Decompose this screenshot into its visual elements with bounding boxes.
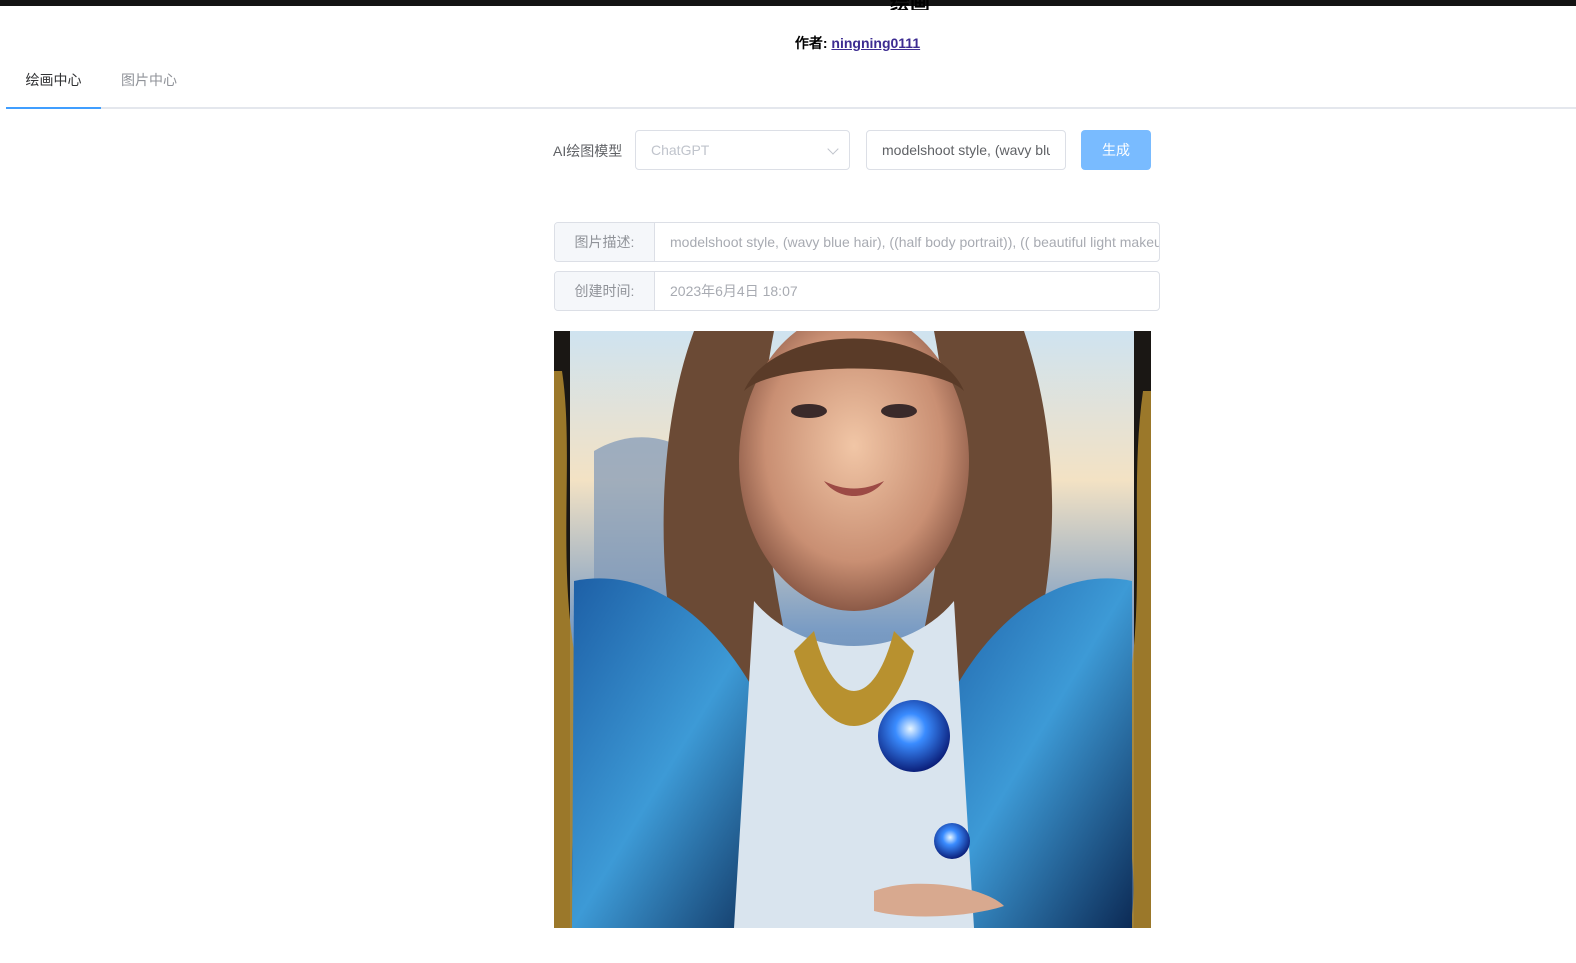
description-field: 图片描述: modelshoot style, (wavy blue hair)…	[554, 222, 1160, 262]
author-label: 作者:	[794, 35, 828, 51]
tab-image-center[interactable]: 图片中心	[101, 58, 197, 107]
description-value: modelshoot style, (wavy blue hair), ((ha…	[670, 234, 1159, 250]
tab-drawing-center-label: 绘画中心	[25, 72, 82, 88]
chevron-down-icon	[827, 143, 839, 155]
generate-button[interactable]: 生成	[1081, 130, 1151, 170]
created-time-field: 创建时间: 2023年6月4日 18:07	[554, 271, 1160, 311]
generated-image	[554, 331, 1151, 928]
tab-image-center-label: 图片中心	[121, 72, 177, 88]
model-select-value: ChatGPT	[651, 142, 710, 158]
created-time-value: 2023年6月4日 18:07	[670, 283, 798, 299]
prompt-input[interactable]	[866, 130, 1066, 170]
tab-bar: 绘画中心 图片中心	[6, 58, 1576, 109]
top-bar	[0, 0, 1576, 6]
author-link[interactable]: ningning0111	[831, 35, 920, 51]
model-select[interactable]: ChatGPT	[635, 130, 850, 170]
model-label: AI绘图模型	[553, 143, 623, 159]
author-line: 作者: ningning0111	[0, 33, 1576, 53]
active-tab-indicator	[6, 107, 101, 109]
description-label: 图片描述:	[555, 223, 655, 261]
tab-drawing-center[interactable]: 绘画中心	[6, 58, 101, 107]
page-title: 绘画	[890, 0, 960, 10]
created-time-label: 创建时间:	[555, 272, 655, 310]
